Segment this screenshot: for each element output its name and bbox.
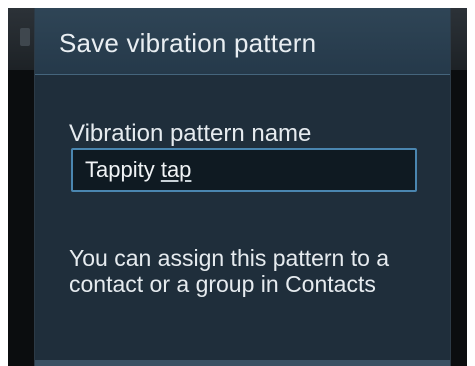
pattern-name-input[interactable]: Tappity tap: [71, 148, 417, 192]
dialog-bottom-edge: [35, 360, 450, 366]
pattern-name-value-prefix: Tappity: [85, 157, 161, 182]
background-icon: [20, 28, 30, 46]
pattern-name-value-underlined: tap: [160, 157, 192, 182]
dialog-header: Save vibration pattern: [35, 8, 450, 75]
pattern-name-label: Vibration pattern name: [69, 120, 312, 147]
save-vibration-pattern-dialog: Save vibration pattern Vibration pattern…: [34, 8, 451, 366]
pattern-name-value: Tappity tap: [85, 157, 191, 183]
dialog-title: Save vibration pattern: [59, 28, 317, 58]
help-text: You can assign this pattern to a contact…: [69, 245, 390, 297]
phone-screen: Save vibration pattern Vibration pattern…: [8, 8, 467, 366]
